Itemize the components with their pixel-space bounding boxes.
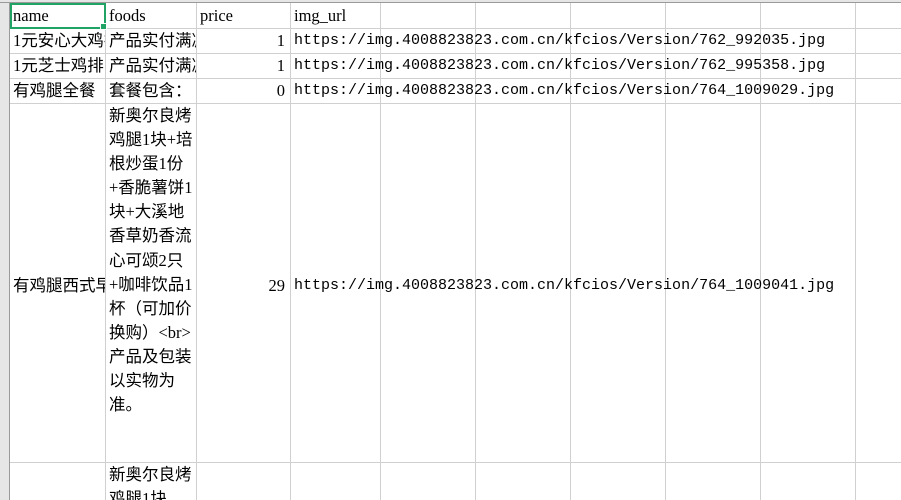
spreadsheet-grid[interactable]: name foods price img_url 1元安心大鸡排 产品实付满减 … [0,0,901,500]
cell-img-url[interactable]: https://img.4008823823.com.cn/kfcios/Ver… [291,274,834,298]
cell-foods[interactable]: 新奥尔良烤鸡腿1块 [106,463,196,500]
row-header-gutter [0,0,10,500]
cell-img-url[interactable]: https://img.4008823823.com.cn/kfcios/Ver… [291,54,825,78]
cell-price[interactable]: 0 [197,79,290,103]
gridline-vertical [570,0,571,500]
cell-name[interactable]: 有鸡腿全餐 [10,79,105,103]
cell-price[interactable]: 1 [197,29,290,53]
cell-price[interactable]: 29 [197,274,290,298]
column-header-strip [0,0,901,3]
cell-name[interactable]: 1元芝士鸡排 [10,54,105,78]
gridline-vertical [665,0,666,500]
cell-price[interactable]: 1 [197,54,290,78]
gridline-vertical [855,0,856,500]
column-header-foods[interactable]: foods [106,4,196,28]
cell-foods[interactable]: 产品实付满减 [106,29,196,53]
cell-foods[interactable]: 套餐包含： [106,79,196,103]
cell-foods[interactable]: 产品实付满减 [106,54,196,78]
column-header-price[interactable]: price [197,4,290,28]
column-header-img-url[interactable]: img_url [291,4,380,28]
gridline-vertical [475,0,476,500]
cell-img-url[interactable]: https://img.4008823823.com.cn/kfcios/Ver… [291,79,834,103]
cell-name[interactable]: 有鸡腿西式早餐 [10,274,105,298]
column-header-name[interactable]: name [10,4,105,28]
gridline-vertical [760,0,761,500]
cell-img-url[interactable]: https://img.4008823823.com.cn/kfcios/Ver… [291,29,825,53]
cell-foods[interactable]: 新奥尔良烤鸡腿1块+培根炒蛋1份+香脆薯饼1块+大溪地香草奶香流心可颂2只+咖啡… [106,104,196,462]
cell-name[interactable]: 1元安心大鸡排 [10,29,105,53]
